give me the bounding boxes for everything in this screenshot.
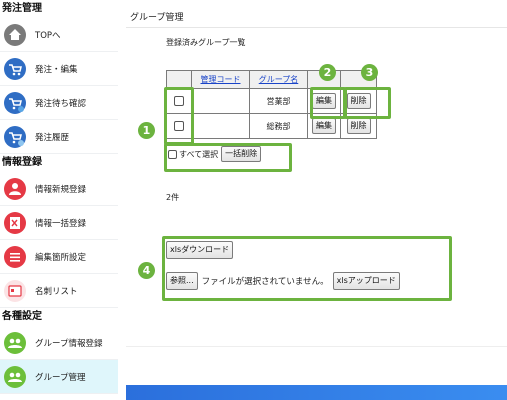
sidebar-item-label: TOPへ: [35, 30, 61, 41]
callout-number-2: 2: [319, 64, 336, 81]
callout-number-3: 3: [361, 64, 378, 81]
section-title-info: 情報登録: [2, 157, 42, 168]
edit-button[interactable]: 編集: [312, 118, 336, 134]
callout-number-4: 4: [138, 262, 155, 279]
name-cell: 営業部: [249, 88, 308, 114]
sidebar-item-info-bulk[interactable]: 情報一括登録: [0, 206, 118, 240]
sidebar-item-order-pending[interactable]: 発注待ち確認: [0, 86, 118, 120]
highlight-edit: [310, 87, 346, 119]
footer-divider: [126, 346, 507, 347]
table-header-row: 管理コード グループ名: [166, 70, 377, 89]
sidebar: 発注管理 TOPへ 発注・編集 発注待ち確認 発注履歴 情報登録 情報新規登録: [0, 0, 118, 400]
sidebar-item-label: 発注履歴: [35, 132, 70, 143]
group-register-icon: [4, 331, 26, 354]
page-title: グループ管理: [130, 13, 184, 23]
sidebar-item-label: 発注・編集: [35, 64, 78, 75]
header-code[interactable]: 管理コード: [191, 70, 250, 89]
highlight-select-all: [164, 143, 292, 172]
sidebar-item-label: グループ情報登録: [35, 338, 103, 349]
record-count: 2件: [166, 193, 180, 202]
sort-name-link[interactable]: グループ名: [259, 75, 299, 84]
header-checkbox-col: [166, 70, 192, 89]
delete-button[interactable]: 削除: [346, 118, 371, 134]
business-card-icon: [4, 279, 26, 302]
header-divider: [126, 27, 507, 28]
section-title-settings: 各種設定: [2, 311, 42, 322]
group-manage-icon: [4, 365, 26, 388]
sidebar-item-order-edit[interactable]: 発注・編集: [0, 52, 118, 86]
highlight-file-ops: [162, 236, 452, 301]
bottom-bar: [126, 385, 507, 400]
sidebar-item-label: グループ管理: [35, 372, 86, 383]
callout-number-1: 1: [138, 122, 155, 139]
home-icon: [4, 23, 26, 46]
section-subtitle: 登録済みグループ一覧: [166, 38, 246, 47]
sidebar-item-info-new[interactable]: 情報新規登録: [0, 172, 118, 206]
cart-history-icon: [4, 125, 26, 148]
sidebar-item-label: 名刺リスト: [35, 286, 78, 297]
sidebar-item-label: 情報一括登録: [35, 218, 87, 229]
code-cell: [191, 88, 250, 114]
sidebar-item-card-list[interactable]: 名刺リスト: [0, 274, 118, 308]
excel-import-icon: [4, 211, 26, 234]
sidebar-item-top[interactable]: TOPへ: [0, 18, 118, 52]
cart-icon: [4, 57, 26, 80]
sidebar-item-group-manage[interactable]: グループ管理: [0, 360, 118, 394]
sidebar-item-edit-setting[interactable]: 編集箇所設定: [0, 240, 118, 274]
sort-code-link[interactable]: 管理コード: [201, 75, 241, 84]
sidebar-item-group-register[interactable]: グループ情報登録: [0, 326, 118, 360]
main-content: グループ管理 登録済みグループ一覧 管理コード グループ名 営業部 編集 削除 …: [118, 0, 507, 400]
user-add-icon: [4, 177, 26, 200]
sidebar-item-label: 発注待ち確認: [35, 98, 87, 109]
list-settings-icon: [4, 245, 26, 268]
sidebar-item-label: 編集箇所設定: [35, 252, 87, 263]
section-title-order: 発注管理: [2, 3, 42, 14]
header-name[interactable]: グループ名: [249, 70, 308, 89]
sidebar-item-label: 情報新規登録: [35, 184, 87, 195]
highlight-delete: [344, 87, 391, 119]
highlight-checkboxes: [164, 87, 194, 145]
code-cell: [191, 113, 250, 139]
cart-pending-icon: [4, 91, 26, 114]
name-cell: 総務部: [249, 113, 308, 139]
sidebar-item-order-history[interactable]: 発注履歴: [0, 120, 118, 154]
